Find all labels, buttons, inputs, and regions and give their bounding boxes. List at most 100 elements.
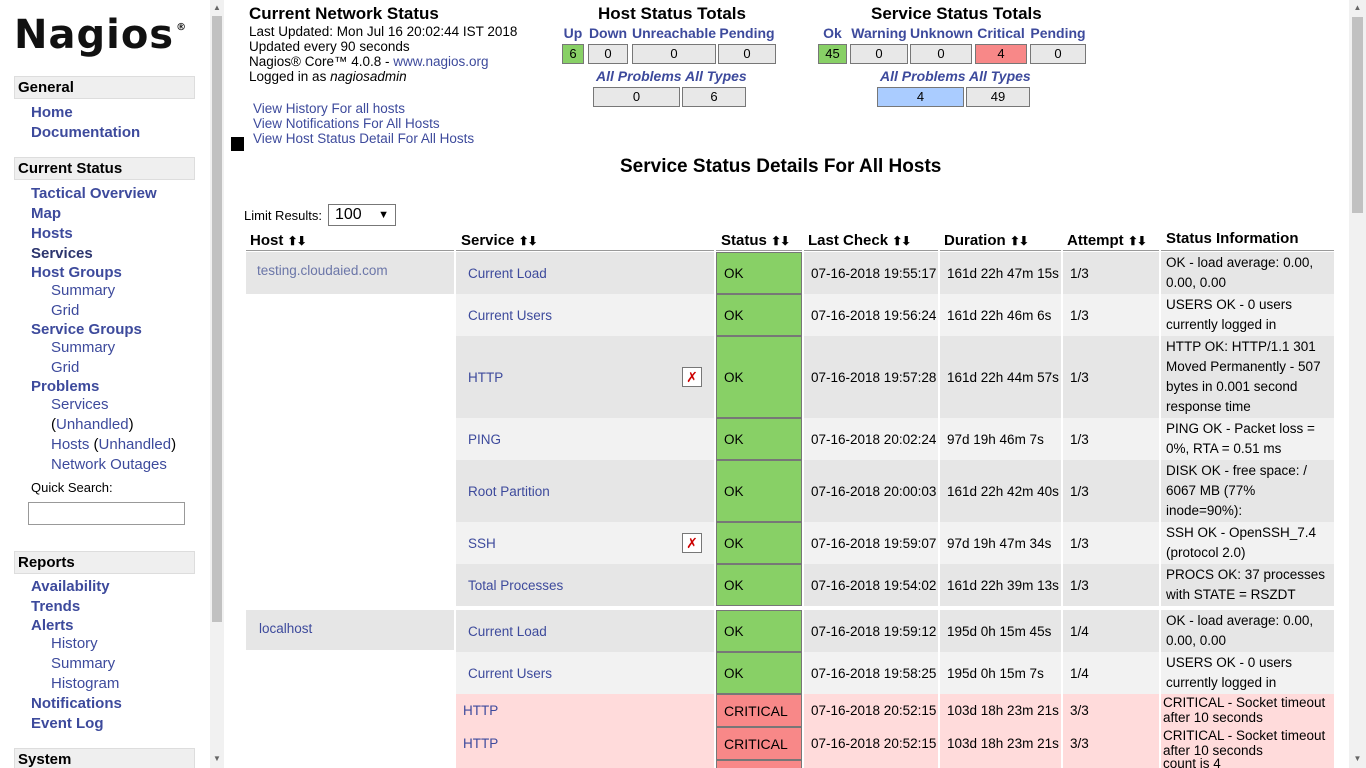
status-cell: OK: [716, 610, 802, 652]
status-cell: OK: [716, 522, 802, 564]
nagios-org-link[interactable]: www.nagios.org: [393, 54, 488, 69]
last-check-cell: 07-16-2018 20:52:15: [804, 694, 938, 727]
service-link[interactable]: Current Load: [468, 266, 547, 281]
limit-results-select[interactable]: 100 ▼: [328, 204, 396, 226]
last-check-cell: 07-16-2018 20:02:24: [804, 418, 938, 460]
sidebar-scrollbar[interactable]: ▲ ▼: [210, 0, 224, 768]
nav-service-groups-grid[interactable]: Grid: [51, 358, 79, 378]
host-unreachable-header[interactable]: Unreachable: [632, 25, 716, 41]
service-cell: Current Load: [456, 252, 714, 294]
service-link[interactable]: Total Processes: [468, 578, 563, 593]
sort-arrows-icon[interactable]: ⬆⬇: [771, 234, 790, 248]
nav-tactical-overview[interactable]: Tactical Overview: [31, 184, 157, 204]
nav-host-groups-grid[interactable]: Grid: [51, 301, 79, 321]
host-down-header[interactable]: Down: [588, 25, 628, 41]
service-link[interactable]: Root Partition: [468, 484, 550, 499]
nav-event-log[interactable]: Event Log: [31, 714, 104, 734]
notifications-disabled-icon[interactable]: ✗: [682, 533, 702, 553]
nav-documentation[interactable]: Documentation: [31, 123, 140, 143]
nav-alerts[interactable]: Alerts: [31, 616, 74, 636]
host-all-types-label[interactable]: All Types: [685, 68, 747, 84]
scroll-up-arrow-icon[interactable]: ▲: [212, 2, 222, 14]
service-link[interactable]: PING: [468, 432, 501, 447]
status-information-cell: DISK OK - free space: / 6067 MB (77% ino…: [1161, 460, 1334, 522]
service-pending-header[interactable]: Pending: [1030, 25, 1086, 41]
nav-problems-hosts-unhandled[interactable]: Unhandled: [99, 436, 172, 453]
nav-network-outages[interactable]: Network Outages: [51, 455, 167, 475]
attempt-cell: 1/3: [1063, 522, 1159, 564]
host-all-problems-label[interactable]: All Problems: [596, 68, 682, 84]
service-unknown-count: 0: [910, 44, 972, 64]
sort-arrows-icon[interactable]: ⬆⬇: [519, 234, 538, 248]
view-history-link[interactable]: View History For all hosts: [253, 101, 405, 116]
nav-service-groups-summary[interactable]: Summary: [51, 338, 115, 358]
status-information-cell: OK - load average: 0.00, 0.00, 0.00: [1161, 610, 1334, 652]
notifications-disabled-icon[interactable]: ✗: [682, 367, 702, 387]
nav-service-groups[interactable]: Service Groups: [31, 320, 142, 340]
nav-hosts[interactable]: Hosts: [31, 224, 73, 244]
nav-problems[interactable]: Problems: [31, 377, 99, 397]
view-notifications-link[interactable]: View Notifications For All Hosts: [253, 116, 440, 131]
last-check-cell: 07-16-2018 19:59:12: [804, 610, 938, 652]
scroll-down-arrow-icon[interactable]: ▼: [212, 753, 222, 765]
table-row: Current Load OK 07-16-2018 19:55:17 161d 22…: [224, 252, 1349, 294]
nav-trends[interactable]: Trends: [31, 597, 80, 617]
nav-host-groups-summary[interactable]: Summary: [51, 281, 115, 301]
service-critical-header[interactable]: Critical: [975, 25, 1027, 41]
logged-in-user: nagiosadmin: [330, 69, 407, 84]
main-scroll-thumb[interactable]: [1352, 17, 1363, 213]
nav-home[interactable]: Home: [31, 103, 73, 123]
nav-alerts-histogram[interactable]: Histogram: [51, 674, 119, 694]
service-link[interactable]: HTTP: [463, 736, 498, 751]
nagios-logo[interactable]: Nagios ®: [14, 12, 188, 58]
view-host-status-link[interactable]: View Host Status Detail For All Hosts: [253, 131, 474, 146]
duration-cell: 195d 0h 15m 7s: [940, 652, 1061, 694]
service-ok-header[interactable]: Ok: [818, 25, 847, 41]
quick-search-input[interactable]: [28, 502, 185, 525]
nav-problems-services[interactable]: Services: [51, 395, 109, 415]
service-critical-count: 4: [975, 44, 1027, 64]
service-all-types-label[interactable]: All Types: [969, 68, 1031, 84]
sort-arrows-icon[interactable]: ⬆⬇: [1128, 234, 1147, 248]
service-link[interactable]: HTTP: [463, 703, 498, 718]
service-all-problems-label[interactable]: All Problems: [880, 68, 966, 84]
col-service: Service ⬆⬇: [461, 232, 538, 249]
status-information-cell: SSH OK - OpenSSH_7.4 (protocol 2.0): [1161, 522, 1334, 564]
last-check-cell: [804, 760, 938, 768]
host-up-header[interactable]: Up: [562, 25, 584, 41]
sort-arrows-icon[interactable]: ⬆⬇: [1010, 234, 1029, 248]
host-pending-header[interactable]: Pending: [718, 25, 776, 41]
sort-arrows-icon[interactable]: ⬆⬇: [288, 234, 307, 248]
main-scrollbar[interactable]: ▲ ▼: [1349, 0, 1366, 768]
core-version: Nagios® Core™ 4.0.8 - www.nagios.org: [249, 54, 489, 69]
service-link[interactable]: Current Users: [468, 308, 552, 323]
service-warning-header[interactable]: Warning: [850, 25, 908, 41]
nav-host-groups[interactable]: Host Groups: [31, 263, 122, 283]
scroll-up-arrow-icon[interactable]: ▲: [1352, 1, 1363, 15]
main-frame: Current Network Status Last Updated: Mon…: [224, 0, 1349, 768]
service-link[interactable]: Current Users: [468, 666, 552, 681]
nav-problems-services-unhandled[interactable]: Unhandled: [56, 416, 129, 433]
nav-notifications[interactable]: Notifications: [31, 694, 122, 714]
status-information-cell: PING OK - Packet loss = 0%, RTA = 0.51 m…: [1161, 418, 1334, 460]
nav-alerts-history[interactable]: History: [51, 634, 98, 654]
service-unknown-header[interactable]: Unknown: [910, 25, 973, 41]
nav-services[interactable]: Services: [31, 244, 93, 264]
col-status-information: Status Information: [1166, 230, 1299, 247]
service-link[interactable]: HTTP: [468, 370, 503, 385]
sort-arrows-icon[interactable]: ⬆⬇: [892, 234, 911, 248]
scroll-down-arrow-icon[interactable]: ▼: [1352, 752, 1363, 766]
service-link[interactable]: SSH: [468, 536, 496, 551]
nav-alerts-summary[interactable]: Summary: [51, 654, 115, 674]
nav-availability[interactable]: Availability: [31, 577, 110, 597]
nav-map[interactable]: Map: [31, 204, 61, 224]
col-divider: [1161, 250, 1334, 251]
service-cell: Current Users: [456, 652, 714, 694]
logo-registered-mark: ®: [176, 22, 188, 33]
nav-problems-hosts[interactable]: Hosts: [51, 436, 89, 453]
col-last-check-label: Last Check: [808, 232, 889, 249]
sidebar-scroll-thumb[interactable]: [212, 16, 222, 622]
duration-cell: [940, 760, 1061, 768]
host-pending-count: 0: [718, 44, 776, 64]
service-link[interactable]: Current Load: [468, 624, 547, 639]
